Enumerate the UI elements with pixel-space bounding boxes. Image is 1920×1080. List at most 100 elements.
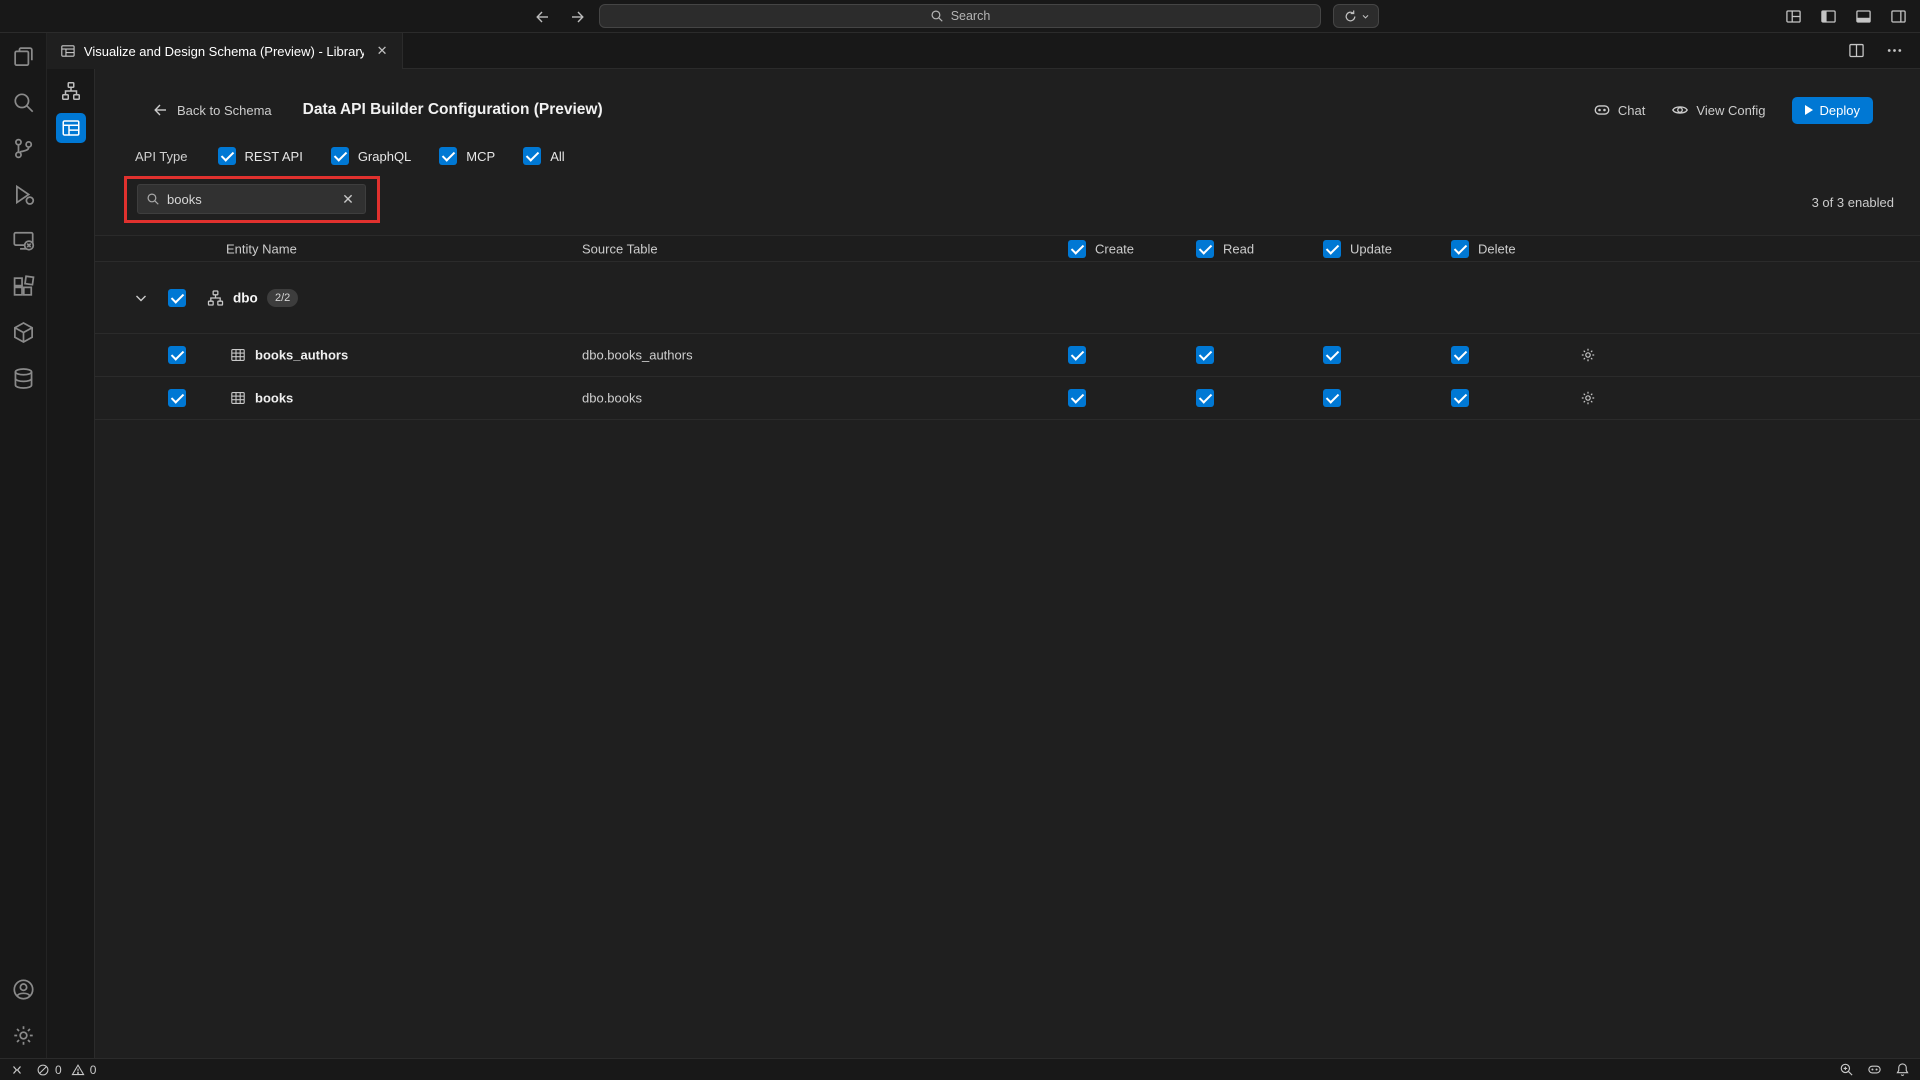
table-icon	[230, 347, 246, 363]
entity-settings-gear-icon[interactable]	[1580, 390, 1596, 406]
read-checkbox[interactable]	[1196, 389, 1214, 407]
layout-sidebar-left-icon	[1820, 8, 1837, 25]
activity-database[interactable]	[0, 355, 47, 401]
row-checkbox[interactable]	[168, 346, 186, 364]
arrow-left-icon	[534, 9, 550, 25]
schema-hierarchy-icon	[207, 289, 224, 306]
session-loop-button[interactable]	[1333, 4, 1379, 28]
back-to-schema-link[interactable]: Back to Schema	[152, 102, 272, 118]
filter-mcp[interactable]: MCP	[439, 147, 495, 165]
layout-sidebar-right-icon	[1890, 8, 1907, 25]
col-create: Create	[1095, 241, 1134, 256]
toggle-primary-sidebar-button[interactable]	[1818, 7, 1838, 27]
entity-row-books-authors[interactable]: books_authors dbo.books_authors	[95, 334, 1920, 377]
editor-tab-bar: Visualize and Design Schema (Preview) - …	[47, 33, 1920, 69]
activity-extensions[interactable]	[0, 263, 47, 309]
filter-graphql[interactable]: GraphQL	[331, 147, 411, 165]
remote-indicator-button[interactable]	[10, 1063, 24, 1077]
clear-search-icon[interactable]: ✕	[339, 191, 357, 208]
activity-run-debug[interactable]	[0, 171, 47, 217]
arrow-left-icon	[152, 102, 168, 118]
delete-checkbox[interactable]	[1451, 389, 1469, 407]
activity-search[interactable]	[0, 79, 47, 125]
update-all-checkbox[interactable]	[1323, 240, 1341, 258]
split-editor-icon	[1848, 42, 1865, 59]
rest-api-checkbox[interactable]	[218, 147, 236, 165]
delete-all-checkbox[interactable]	[1451, 240, 1469, 258]
copilot-icon	[1867, 1062, 1882, 1077]
status-bar: 0 0	[0, 1058, 1920, 1080]
entity-search-input[interactable]	[167, 192, 332, 207]
remote-window-x-icon	[12, 229, 35, 252]
chat-button[interactable]: Chat	[1593, 101, 1645, 119]
split-editor-button[interactable]	[1846, 41, 1866, 61]
group-name: dbo	[233, 290, 258, 305]
mcp-label: MCP	[466, 149, 495, 164]
update-checkbox[interactable]	[1323, 346, 1341, 364]
create-checkbox[interactable]	[1068, 346, 1086, 364]
all-checkbox[interactable]	[523, 147, 541, 165]
loop-icon	[1343, 9, 1358, 24]
ellipsis-icon	[1886, 42, 1903, 59]
col-update: Update	[1350, 241, 1392, 256]
filter-rest-api[interactable]: REST API	[218, 147, 303, 165]
toggle-secondary-sidebar-button[interactable]	[1888, 7, 1908, 27]
read-checkbox[interactable]	[1196, 346, 1214, 364]
filter-all[interactable]: All	[523, 147, 564, 165]
activity-database-projects[interactable]	[0, 309, 47, 355]
activity-files[interactable]	[0, 33, 47, 79]
customize-layout-button[interactable]	[1783, 7, 1803, 27]
entity-row-books[interactable]: books dbo.books	[95, 377, 1920, 420]
bell-icon	[1895, 1062, 1910, 1077]
activity-settings[interactable]	[0, 1012, 47, 1058]
entity-settings-gear-icon[interactable]	[1580, 347, 1596, 363]
update-checkbox[interactable]	[1323, 389, 1341, 407]
entity-search-box[interactable]: ✕	[137, 184, 366, 214]
designer-toolbar	[47, 69, 95, 1058]
table-config-icon	[61, 118, 81, 138]
notifications-button[interactable]	[1895, 1062, 1910, 1077]
search-placeholder: Search	[951, 9, 991, 23]
tab-visualize-design-schema[interactable]: Visualize and Design Schema (Preview) - …	[47, 33, 403, 69]
col-source-table: Source Table	[582, 241, 658, 256]
view-config-button[interactable]: View Config	[1671, 101, 1765, 119]
package-cube-icon	[12, 321, 35, 344]
read-all-checkbox[interactable]	[1196, 240, 1214, 258]
chat-label: Chat	[1618, 103, 1645, 118]
schema-group-row[interactable]: dbo 2/2	[95, 262, 1920, 334]
extensions-icon	[12, 275, 35, 298]
play-icon	[1805, 105, 1813, 115]
copilot-status-button[interactable]	[1867, 1062, 1882, 1077]
toggle-panel-button[interactable]	[1853, 7, 1873, 27]
activity-accounts[interactable]	[0, 966, 47, 1012]
mcp-checkbox[interactable]	[439, 147, 457, 165]
rest-api-label: REST API	[245, 149, 303, 164]
col-delete: Delete	[1478, 241, 1516, 256]
view-config-label: View Config	[1696, 103, 1765, 118]
zoom-indicator-button[interactable]	[1839, 1062, 1854, 1077]
group-checkbox[interactable]	[168, 289, 186, 307]
source-table: dbo.books	[582, 391, 642, 406]
tool-schema-diagram[interactable]	[56, 76, 86, 106]
problems-indicator[interactable]: 0 0	[36, 1063, 96, 1077]
group-expand-chevron-icon[interactable]	[133, 290, 149, 306]
create-checkbox[interactable]	[1068, 389, 1086, 407]
history-back-button[interactable]	[531, 6, 553, 28]
tab-close-icon[interactable]: ✕	[372, 41, 392, 61]
activity-source-control[interactable]	[0, 125, 47, 171]
page-title: Data API Builder Configuration (Preview)	[303, 101, 603, 119]
delete-checkbox[interactable]	[1451, 346, 1469, 364]
graphql-checkbox[interactable]	[331, 147, 349, 165]
deploy-button[interactable]: Deploy	[1792, 97, 1873, 124]
schema-designer-icon	[60, 43, 76, 59]
editor-more-actions-button[interactable]	[1884, 41, 1904, 61]
command-center-search[interactable]: Search	[599, 4, 1321, 28]
activity-remote-explorer[interactable]	[0, 217, 47, 263]
history-forward-button[interactable]	[567, 6, 589, 28]
create-all-checkbox[interactable]	[1068, 240, 1086, 258]
hierarchy-icon	[61, 81, 81, 101]
eye-icon	[1671, 101, 1689, 119]
row-checkbox[interactable]	[168, 389, 186, 407]
search-icon	[12, 91, 35, 114]
tool-data-api-builder[interactable]	[56, 113, 86, 143]
